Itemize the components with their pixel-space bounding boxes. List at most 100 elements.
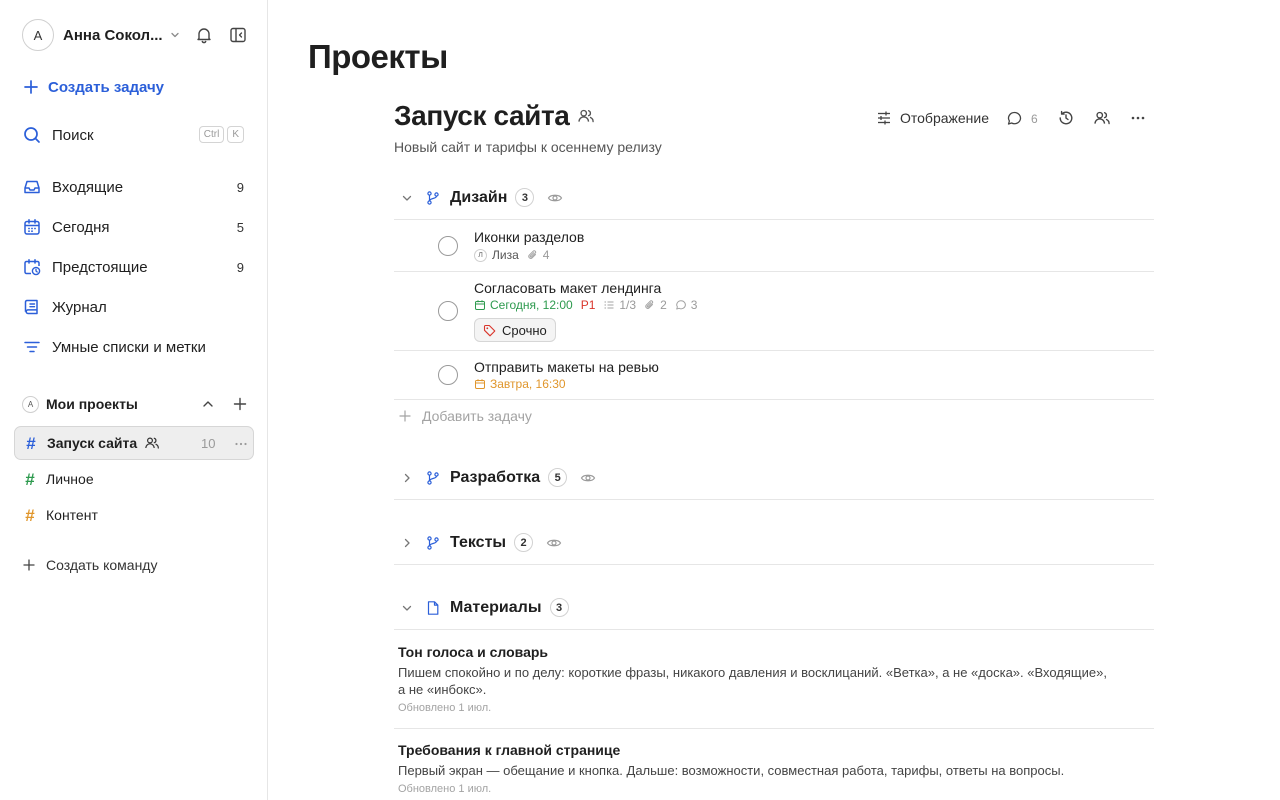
eye-icon[interactable] xyxy=(547,190,563,206)
sidebar-item-smart-lists[interactable]: Умные списки и метки xyxy=(22,334,244,360)
document-title[interactable]: Требования к главной странице xyxy=(398,742,620,758)
chevron-up-icon[interactable] xyxy=(200,396,216,412)
subtasks-count: 1/3 xyxy=(619,298,637,312)
hash-icon: # xyxy=(25,505,35,525)
attachment-icon xyxy=(527,249,539,261)
search-label: Поиск xyxy=(52,126,94,144)
subtasks-icon xyxy=(603,299,615,311)
avatar[interactable]: А xyxy=(22,19,54,51)
user-menu[interactable]: А Анна Сокол... xyxy=(22,18,252,52)
branch-icon xyxy=(425,535,441,551)
projects-section-header: А Мои проекты xyxy=(22,393,252,415)
task-title[interactable]: Согласовать макет лендинга xyxy=(474,280,661,296)
section-count-badge: 3 xyxy=(549,598,569,617)
history-icon[interactable] xyxy=(1057,109,1075,127)
attachment-count: 2 xyxy=(660,298,667,312)
avatar: Л xyxy=(474,248,487,262)
sidebar-project-personal[interactable]: # Личное xyxy=(14,462,254,496)
document-excerpt: Первый экран — обещание и кнопка. Дальше… xyxy=(398,763,1065,778)
task-row[interactable]: Иконки разделов Л Лиза 4 xyxy=(394,221,1154,272)
chevron-down-icon[interactable] xyxy=(169,28,183,42)
document-row[interactable]: Тон голоса и словарь Пишем спокойно и по… xyxy=(394,631,1154,729)
sidebar-item-label: Сегодня xyxy=(52,218,110,236)
create-team-button[interactable]: Создать команду xyxy=(22,555,157,575)
project-toolbar: Отображение 6 xyxy=(876,106,1145,130)
attachment-count: 4 xyxy=(542,248,550,262)
create-team-label: Создать команду xyxy=(46,557,158,573)
task-checkbox[interactable] xyxy=(438,365,458,385)
document-title[interactable]: Тон голоса и словарь xyxy=(398,644,548,660)
task-row[interactable]: Отправить макеты на ревью Завтра, 16:30 xyxy=(394,351,1154,400)
task-assignee: Лиза xyxy=(492,248,519,262)
task-checkbox[interactable] xyxy=(438,301,458,321)
project-title[interactable]: Запуск сайта xyxy=(394,100,570,132)
sidebar-project-content[interactable]: # Контент xyxy=(14,498,254,532)
comment-count: 3 xyxy=(690,298,698,312)
sidebar-item-label: Предстоящие xyxy=(52,258,148,276)
project-count: 10 xyxy=(201,435,216,451)
sidebar-toggle-icon[interactable] xyxy=(228,25,248,45)
team-icon[interactable] xyxy=(577,107,595,125)
add-project-icon[interactable] xyxy=(232,396,248,412)
task-row[interactable]: Согласовать макет лендинга Сегодня, 12:0… xyxy=(394,272,1154,351)
document-row[interactable]: Требования к главной странице Первый экр… xyxy=(394,729,1154,800)
section-title: Тексты xyxy=(450,533,507,551)
section-design[interactable]: Дизайн 3 xyxy=(394,176,1154,220)
display-button[interactable]: Отображение xyxy=(876,110,989,126)
calendar-icon xyxy=(474,299,486,311)
branch-icon xyxy=(425,470,441,486)
sidebar-item-upcoming[interactable]: Предстоящие 9 xyxy=(22,254,244,280)
members-icon[interactable] xyxy=(1093,109,1111,127)
sidebar-item-inbox[interactable]: Входящие 9 xyxy=(22,174,244,200)
section-texts[interactable]: Тексты 2 xyxy=(394,521,1154,565)
branch-icon xyxy=(425,190,441,206)
more-icon[interactable] xyxy=(233,436,249,452)
inbox-icon xyxy=(22,177,42,197)
tag-badge[interactable]: Срочно xyxy=(474,318,556,342)
comments-button[interactable]: 6 xyxy=(1006,110,1038,127)
projects-section-title[interactable]: Мои проекты xyxy=(46,396,138,412)
sidebar-project-launch[interactable]: # Запуск сайта 10 xyxy=(14,426,254,460)
section-title: Материалы xyxy=(450,598,542,616)
chevron-right-icon[interactable] xyxy=(400,536,414,550)
sidebar-item-label: Журнал xyxy=(52,298,107,316)
shortcut-key: K xyxy=(227,126,244,143)
create-task-button[interactable]: Создать задачу xyxy=(22,74,164,100)
task-meta: Л Лиза 4 xyxy=(474,248,549,262)
chevron-down-icon[interactable] xyxy=(400,191,414,205)
journal-icon xyxy=(22,297,42,317)
plus-icon xyxy=(22,558,36,572)
bell-icon[interactable] xyxy=(194,25,214,45)
sidebar-item-label: Входящие xyxy=(52,178,124,196)
section-count-badge: 5 xyxy=(548,468,568,487)
section-title: Разработка xyxy=(450,468,541,486)
add-task-button[interactable]: Добавить задачу xyxy=(398,408,532,424)
eye-icon[interactable] xyxy=(546,535,562,551)
task-due-date: Завтра, 16:30 xyxy=(490,377,566,391)
more-icon[interactable] xyxy=(1129,109,1147,127)
task-title[interactable]: Иконки разделов xyxy=(474,229,584,245)
sliders-icon xyxy=(876,110,892,126)
sidebar-item-count: 9 xyxy=(236,179,244,195)
project-name: Запуск сайта xyxy=(47,435,138,451)
calendar-icon xyxy=(474,378,486,390)
task-title[interactable]: Отправить макеты на ревью xyxy=(474,359,659,375)
document-excerpt: Пишем спокойно и по делу: короткие фразы… xyxy=(398,665,1107,697)
eye-icon[interactable] xyxy=(580,470,596,486)
chevron-down-icon[interactable] xyxy=(400,601,414,615)
sidebar-item-journal[interactable]: Журнал xyxy=(22,294,244,320)
task-checkbox[interactable] xyxy=(438,236,458,256)
project-name: Личное xyxy=(46,471,94,487)
search-icon xyxy=(22,125,42,145)
section-materials[interactable]: Материалы 3 xyxy=(394,586,1154,630)
section-development[interactable]: Разработка 5 xyxy=(394,456,1154,500)
document-updated: Обновлено 1 июл. xyxy=(398,783,492,795)
user-name[interactable]: Анна Сокол... xyxy=(63,27,163,44)
chevron-right-icon[interactable] xyxy=(400,471,414,485)
project-header: Запуск сайта xyxy=(394,100,595,132)
project-name: Контент xyxy=(46,507,98,523)
project-description[interactable]: Новый сайт и тарифы к осеннему релизу xyxy=(394,139,662,155)
search-button[interactable]: Поиск Ctrl K xyxy=(22,122,244,148)
sidebar-item-today[interactable]: Сегодня 5 xyxy=(22,214,244,240)
avatar: А xyxy=(22,395,39,413)
